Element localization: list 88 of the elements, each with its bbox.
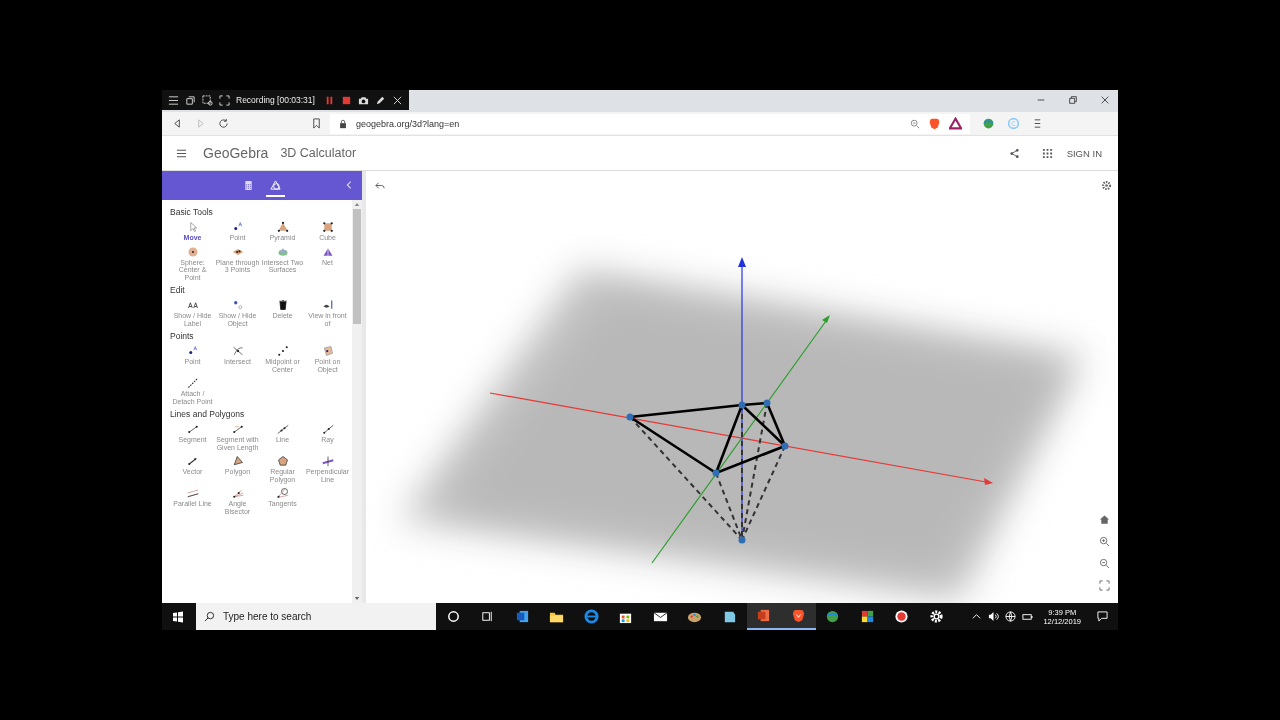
calculator-icon <box>243 179 254 191</box>
close-icon[interactable] <box>391 94 403 106</box>
section-title: Edit <box>170 285 186 295</box>
stop-icon[interactable] <box>340 94 352 106</box>
perpendicular-icon <box>321 455 334 467</box>
back-icon[interactable] <box>172 118 183 129</box>
scrollbar-thumb[interactable] <box>353 209 361 324</box>
reload-icon[interactable] <box>218 118 229 129</box>
undo-icon[interactable] <box>375 180 386 191</box>
search-icon <box>204 611 215 622</box>
scrollbar[interactable] <box>352 200 362 603</box>
app-title: 3D Calculator <box>280 146 357 160</box>
globe-icon[interactable] <box>1005 611 1017 622</box>
lion-shield-icon[interactable] <box>928 117 941 130</box>
segment-icon <box>231 423 244 435</box>
taskbar-search-field[interactable]: Type here to search <box>196 603 436 630</box>
intersect-icon <box>231 345 244 357</box>
envelope-icon <box>652 609 668 624</box>
window-capture-icon[interactable] <box>185 94 196 106</box>
taskbar-app-button[interactable] <box>781 603 816 630</box>
dotted-line-icon <box>186 377 199 389</box>
eye-icon <box>321 299 334 311</box>
points-icon <box>231 299 244 311</box>
zoom-icon[interactable] <box>910 118 920 129</box>
apps-grid-icon[interactable] <box>1041 147 1053 159</box>
zoom-out-icon[interactable] <box>1099 558 1110 569</box>
pencil-icon[interactable] <box>374 94 386 106</box>
fullscreen-capture-icon[interactable] <box>219 94 230 106</box>
address-bar[interactable]: geogebra.org/3d?lang=en <box>330 113 970 134</box>
lock-icon <box>338 118 348 129</box>
menu-icon[interactable] <box>176 147 187 159</box>
cube-icon <box>321 221 334 233</box>
section-title: Lines and Polygons <box>170 409 246 419</box>
tiles-icon <box>859 609 875 624</box>
trash-icon <box>276 299 289 311</box>
collapse-icon[interactable] <box>344 180 354 190</box>
triangle-icon[interactable] <box>949 117 962 130</box>
lion-shield-icon <box>790 608 806 623</box>
net-icon <box>321 245 334 258</box>
notification-icon[interactable] <box>1097 611 1108 622</box>
ray-icon <box>321 423 334 435</box>
triangle-icon <box>231 455 244 467</box>
scroll-up-icon[interactable] <box>354 202 360 207</box>
point-on-shape-icon <box>321 345 334 357</box>
speaker-icon[interactable] <box>988 611 1000 622</box>
sign-in-button[interactable]: SIGN IN <box>1062 145 1106 161</box>
section-title: Basic Tools <box>170 207 214 217</box>
line-icon <box>276 423 289 435</box>
windows-start-icon[interactable] <box>172 610 184 623</box>
region-capture-icon[interactable] <box>202 94 213 106</box>
point-icon <box>186 345 199 357</box>
settings-icon[interactable] <box>1101 180 1112 191</box>
share-icon[interactable] <box>1008 147 1020 159</box>
logo: GeoGebra <box>203 145 269 161</box>
battery-icon[interactable] <box>1022 611 1034 622</box>
recording-status: Recording [00:03:31] <box>236 95 315 105</box>
browser-e-icon <box>583 609 599 624</box>
restore-icon[interactable] <box>1068 95 1078 105</box>
label-icon <box>186 299 199 311</box>
angle-icon <box>231 487 244 499</box>
close-icon[interactable] <box>1100 95 1110 105</box>
menu-icon[interactable] <box>168 94 179 106</box>
settings-icon <box>928 609 944 624</box>
chevron-up-icon[interactable] <box>971 611 983 622</box>
parallel-lines-icon <box>186 487 199 499</box>
home-icon[interactable] <box>1099 514 1110 525</box>
dotted-line-icon <box>276 345 289 357</box>
arrow-icon <box>186 455 199 467</box>
tools-icon <box>270 179 281 191</box>
bookmark-icon[interactable] <box>311 118 322 129</box>
scroll-down-icon[interactable] <box>354 596 360 601</box>
slides-icon <box>756 608 772 623</box>
circle-icon <box>445 609 461 624</box>
fullscreen-icon[interactable] <box>1099 580 1110 591</box>
segment-icon <box>186 423 199 435</box>
pyramid-icon <box>276 221 289 233</box>
sphere-icon <box>186 245 199 258</box>
record-icon <box>894 609 910 624</box>
taskbar-app-button[interactable] <box>746 603 781 630</box>
camera-icon[interactable] <box>357 94 369 106</box>
globe-icon <box>825 609 841 624</box>
tangent-icon <box>276 487 289 499</box>
point-icon <box>231 221 244 233</box>
document-icon <box>514 609 530 624</box>
zoom-in-icon[interactable] <box>1099 536 1110 547</box>
menu-icon[interactable] <box>1032 118 1043 129</box>
pentagon-icon <box>276 455 289 467</box>
section-title: Points <box>170 331 195 341</box>
